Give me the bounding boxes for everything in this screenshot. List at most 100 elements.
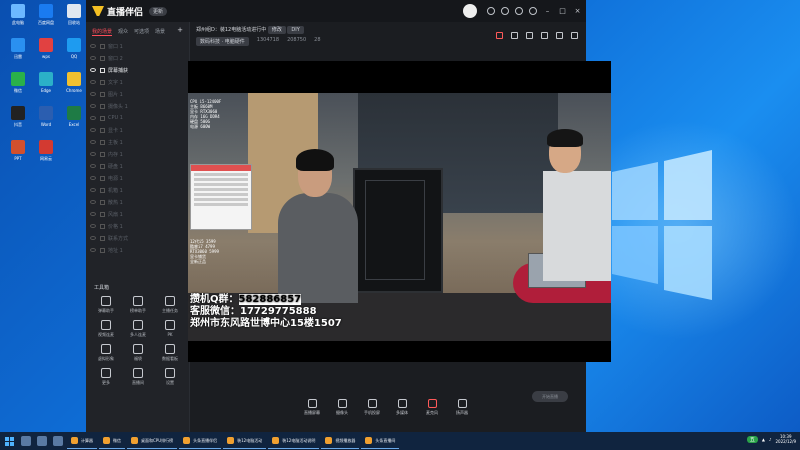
source-item[interactable]: 硬盘 1 [90,160,189,172]
source-item[interactable]: 联系方式 [90,232,189,244]
eye-icon[interactable] [90,56,96,60]
eye-icon[interactable] [90,44,96,48]
eye-icon[interactable] [90,212,96,216]
tab-my-scenes[interactable]: 我的场景 [92,28,113,36]
desktop-icon[interactable]: 百度网盘 [32,4,60,36]
source-item[interactable]: 摄像头 1 [90,100,189,112]
tool-item[interactable]: 虚拟形象 [90,344,122,362]
desktop-icon[interactable]: wps [32,38,60,70]
source-item[interactable]: 窗口 1 [90,40,189,52]
update-badge[interactable]: 更新 [149,6,168,16]
desktop-icon[interactable]: Chrome [60,72,88,104]
eye-icon[interactable] [90,188,96,192]
tool-item[interactable]: 设置 [154,368,186,386]
tool-item[interactable]: 榜单助手 [122,296,154,314]
edit-title-button[interactable]: 修改 [267,26,286,34]
eye-icon[interactable] [90,140,96,144]
eye-icon[interactable] [90,116,96,120]
share-icon[interactable] [571,32,578,39]
desktop-icon[interactable]: 此电脑 [4,4,32,36]
eye-icon[interactable] [90,92,96,96]
menu-icon[interactable] [556,32,563,39]
eye-icon[interactable] [90,200,96,204]
add-source-button[interactable]: + [177,27,183,36]
source-item[interactable]: 价格 1 [90,220,189,232]
source-item[interactable]: 地址 1 [90,244,189,256]
taskbar-item[interactable]: 视频播放器 [321,433,360,449]
eye-icon[interactable] [90,68,96,72]
tool-item[interactable]: 数据看板 [154,344,186,362]
go-live-button[interactable]: 开始直播 [532,391,568,402]
desktop-icon[interactable]: 网易云 [32,140,60,172]
start-button[interactable] [0,432,18,450]
taskbar-item[interactable]: 计算器 [67,433,97,449]
video-preview[interactable]: CPU i5-12400F 主板 B660M 显卡 RTX3060 内存 16G DD… [188,61,611,362]
desktop-icon[interactable]: 回收站 [60,4,88,36]
desktop-icon[interactable]: Excel [60,106,88,138]
taskbar-item[interactable]: 装12电脑活动 [223,433,267,449]
source-item[interactable]: 散热 1 [90,196,189,208]
copy-icon[interactable] [526,32,533,39]
desktop-icon[interactable]: 微信 [4,72,32,104]
tab-audience[interactable]: 观众 [118,28,128,36]
category-path-chip[interactable]: 数码科技 · 电脑硬件 [196,37,249,46]
maximize-button[interactable]: □ [558,7,567,16]
minimize-button[interactable]: – [543,7,552,16]
eye-icon[interactable] [90,236,96,240]
source-item[interactable]: 文字 1 [90,76,189,88]
source-item[interactable]: CPU 1 [90,112,189,124]
tool-item[interactable]: 直播间 [122,368,154,386]
refresh-icon[interactable] [501,7,509,15]
eye-icon[interactable] [90,80,96,84]
lock-icon[interactable] [511,32,518,39]
headset-icon[interactable] [487,7,495,15]
avatar[interactable] [463,4,477,18]
clock[interactable]: 10:39 2022/12/9 [775,434,796,444]
source-item[interactable]: 图片 1 [90,88,189,100]
source-item[interactable]: 机箱 1 [90,184,189,196]
volume-icon[interactable]: ♪ [769,437,772,442]
taskbar-item[interactable]: 装12电脑活动说明 [268,433,320,449]
tool-item[interactable]: PK [154,320,186,338]
eye-icon[interactable] [90,152,96,156]
source-item[interactable]: 内存 1 [90,148,189,160]
gift-icon[interactable] [496,32,503,39]
eye-icon[interactable] [90,104,96,108]
category-chip[interactable]: DIY [287,26,304,34]
source-item[interactable]: 电源 1 [90,172,189,184]
eye-icon[interactable] [90,224,96,228]
task-view-icon[interactable] [37,436,47,446]
explorer-icon[interactable] [53,436,63,446]
tab-options[interactable]: 可选项 [134,28,149,36]
desktop-icon[interactable]: PPT [4,140,32,172]
ime-indicator[interactable]: 五 [746,435,758,443]
tab-scenes[interactable]: 场景 [155,28,165,36]
tool-item[interactable]: 主播任务 [154,296,186,314]
search-icon[interactable] [21,436,31,446]
tool-item[interactable]: 更多 [90,368,122,386]
tool-item[interactable]: 福袋 [122,344,154,362]
desktop-icon[interactable]: 抖音 [4,106,32,138]
eye-icon[interactable] [90,248,96,252]
source-item[interactable]: 窗口 2 [90,52,189,64]
network-icon[interactable]: ▲ [762,437,765,442]
desktop-icon[interactable]: 迅雷 [4,38,32,70]
taskbar-item[interactable]: 微信 [99,433,125,449]
source-item[interactable]: 显卡 1 [90,124,189,136]
message-icon[interactable] [515,7,523,15]
taskbar-item[interactable]: 桌面和CPU排行榜 [127,433,178,449]
home-icon[interactable] [541,32,548,39]
desktop-icon[interactable]: Edge [32,72,60,104]
eye-icon[interactable] [90,176,96,180]
source-item[interactable]: 主板 1 [90,136,189,148]
tool-item[interactable]: 视频连麦 [90,320,122,338]
source-item[interactable]: 屏幕捕获 [90,64,189,76]
eye-icon[interactable] [90,164,96,168]
taskbar-item[interactable]: 头条直播伴侣 [179,433,222,449]
desktop-icon[interactable]: QQ [60,38,88,70]
desktop-icon[interactable]: Word [32,106,60,138]
tool-item[interactable]: 弹幕助手 [90,296,122,314]
source-item[interactable]: 风扇 1 [90,208,189,220]
close-button[interactable]: × [573,7,582,16]
settings-icon[interactable] [529,7,537,15]
